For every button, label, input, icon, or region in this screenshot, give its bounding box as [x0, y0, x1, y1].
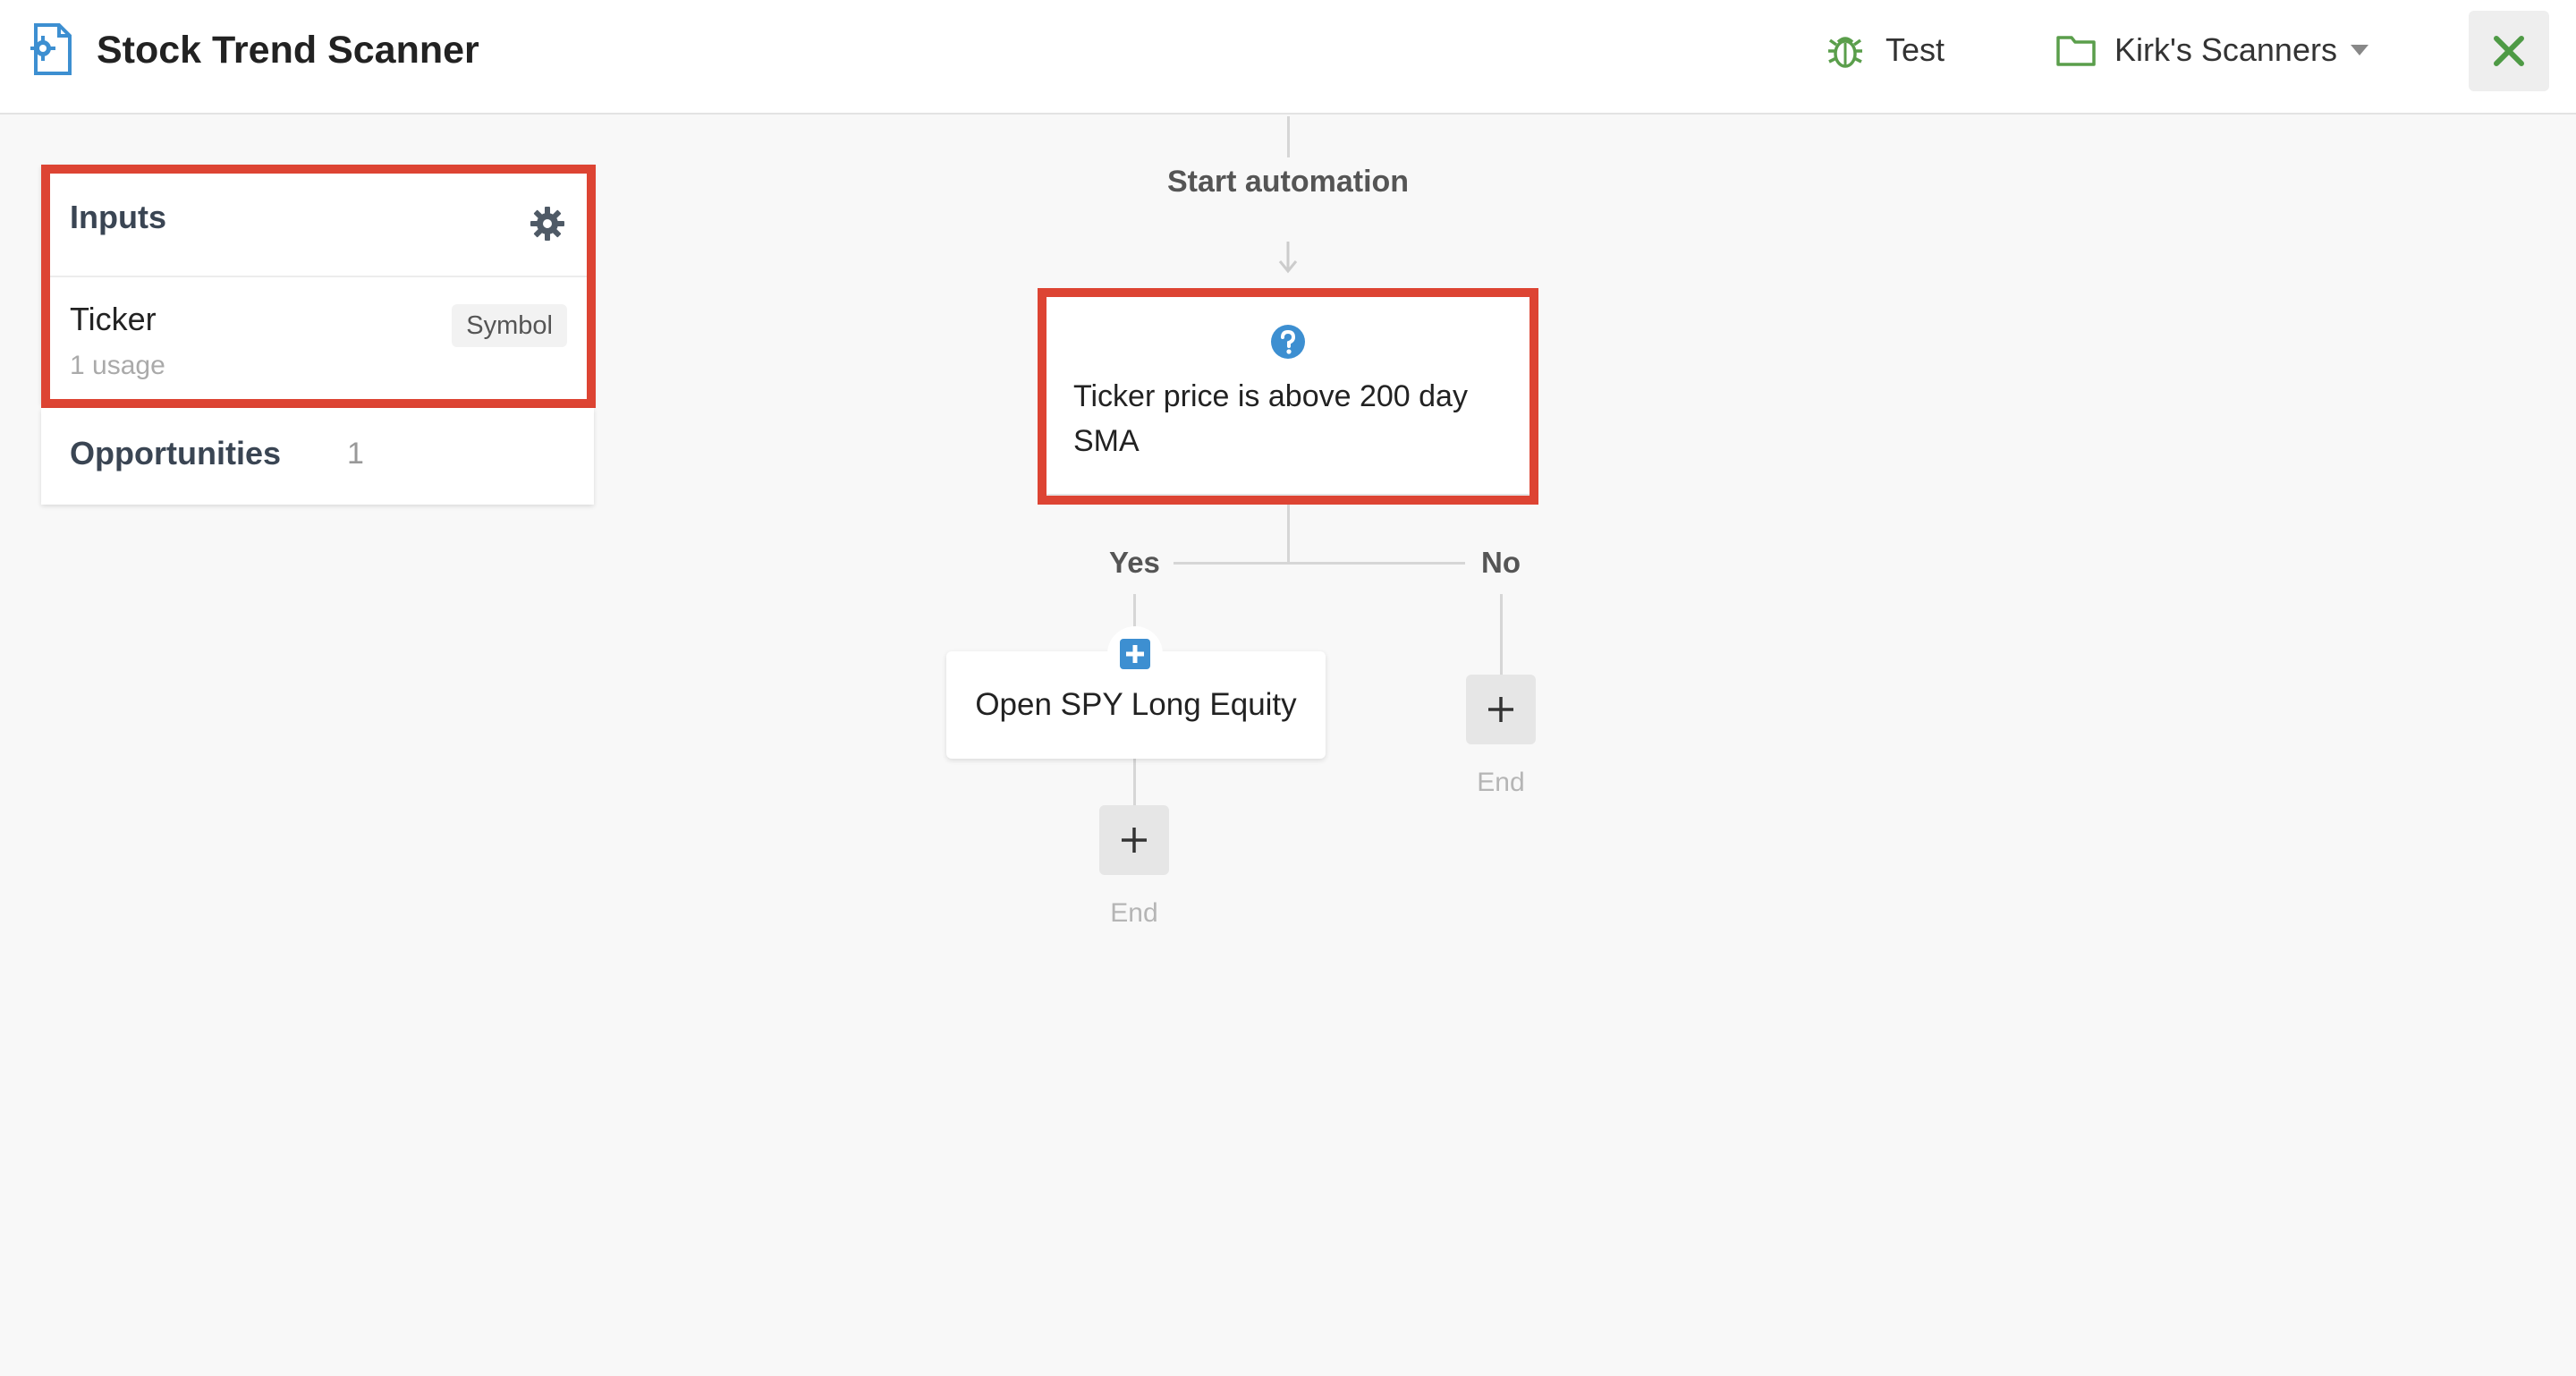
close-button[interactable]: [2469, 11, 2549, 91]
add-step-button-yes[interactable]: [1099, 805, 1169, 875]
folder-label: Kirk's Scanners: [2114, 31, 2337, 68]
end-label-no: End: [1477, 768, 1525, 797]
gear-icon[interactable]: [530, 206, 565, 242]
plus-icon: [1488, 697, 1513, 722]
input-name: Ticker: [70, 301, 157, 337]
folder-dropdown[interactable]: Kirk's Scanners: [2055, 23, 2369, 77]
input-usage: 1 usage: [70, 351, 165, 380]
connector-action-down: [1133, 759, 1136, 805]
bug-icon: [1828, 37, 1862, 68]
top-bar: Stock Trend Scanner Test Kirk's Scanners: [0, 0, 2576, 115]
inputs-panel-header: Inputs: [41, 165, 594, 277]
input-type-badge: Symbol: [452, 304, 567, 347]
close-icon: [2494, 36, 2524, 66]
action-icon-wrap: [1107, 626, 1163, 682]
page-title: Stock Trend Scanner: [97, 29, 479, 72]
opportunities-count: 1: [347, 437, 364, 471]
scanner-app-icon: [30, 23, 72, 75]
plus-icon: [1122, 828, 1147, 853]
plus-square-icon: [1120, 639, 1150, 669]
connector-no-down: [1500, 594, 1503, 675]
action-text: Open SPY Long Equity: [975, 687, 1297, 722]
add-step-button-no[interactable]: [1466, 675, 1536, 744]
folder-icon: [2056, 36, 2096, 66]
yes-branch-label: Yes: [1109, 546, 1160, 579]
connector-condition-down: [1287, 503, 1290, 564]
condition-text: Ticker price is above 200 day SMA: [1073, 379, 1468, 458]
question-circle-icon: [1271, 325, 1305, 359]
test-label: Test: [1885, 31, 1945, 68]
connector-yes-down: [1133, 594, 1136, 630]
start-automation-label: Start automation: [1166, 165, 1410, 199]
condition-icon-wrap: [1259, 313, 1317, 370]
inputs-title: Inputs: [70, 199, 166, 235]
opportunities-panel[interactable]: Opportunities 1: [41, 408, 594, 505]
caret-down-icon: [2350, 45, 2368, 55]
connector-top: [1287, 116, 1290, 157]
inputs-panel: Inputs Ticker Symbol 1 usage: [41, 165, 594, 404]
no-branch-label: No: [1481, 546, 1521, 579]
opportunities-label: Opportunities: [70, 435, 281, 471]
arrow-down-icon: [1278, 242, 1298, 274]
test-button[interactable]: Test: [1825, 23, 1945, 77]
input-item-ticker[interactable]: Ticker Symbol 1 usage: [41, 277, 594, 404]
end-label-yes: End: [1110, 898, 1158, 928]
connector-branch-horizontal: [1174, 562, 1465, 565]
